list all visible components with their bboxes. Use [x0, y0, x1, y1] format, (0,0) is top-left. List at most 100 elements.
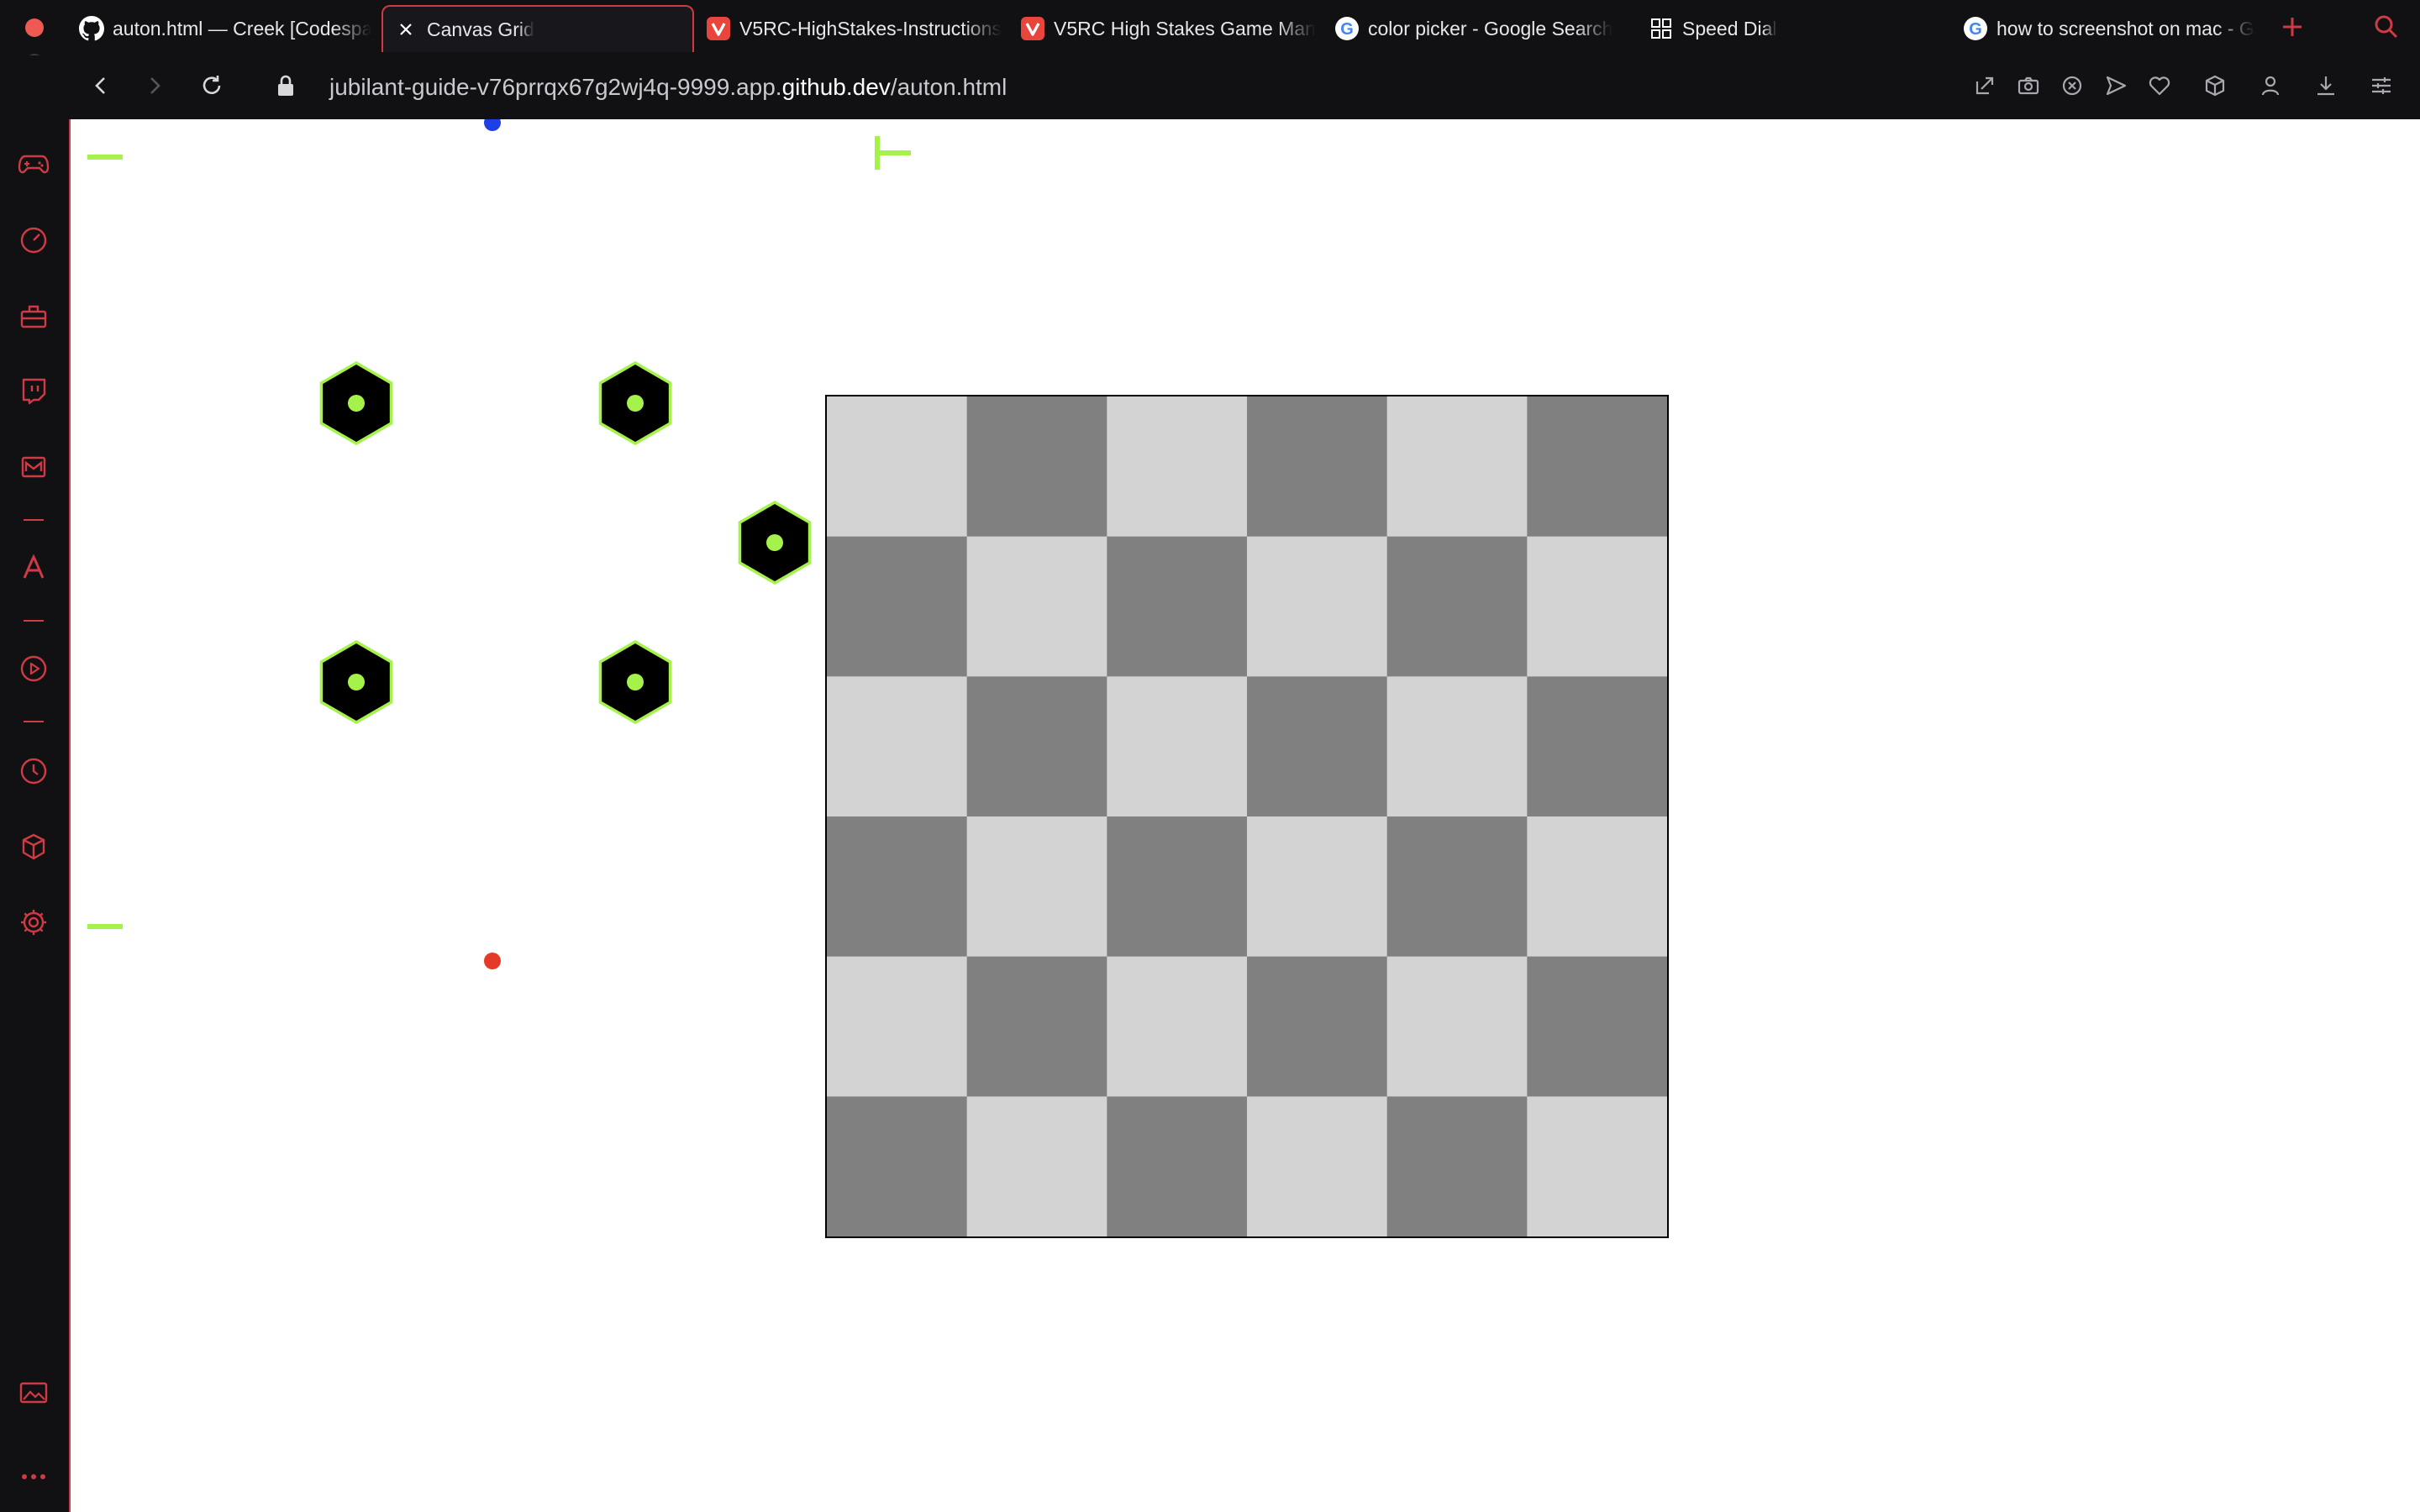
- sliders-icon: [2370, 74, 2393, 102]
- camera-icon: [2017, 74, 2040, 102]
- red-robot-marker[interactable]: [484, 953, 501, 969]
- site-info-button[interactable]: [269, 71, 302, 104]
- capture-button[interactable]: [2013, 72, 2044, 102]
- grid-cell[interactable]: [1527, 816, 1667, 958]
- mobile-goal-5[interactable]: [593, 640, 677, 728]
- grid-cell[interactable]: [1386, 396, 1528, 538]
- blue-robot-marker[interactable]: [484, 119, 501, 131]
- grid-cell[interactable]: [1527, 536, 1667, 677]
- grid-cell[interactable]: [1247, 396, 1388, 538]
- sidebar-item-settings[interactable]: [17, 907, 50, 941]
- hexagon-icon: [598, 361, 672, 445]
- grid-cell[interactable]: [1386, 676, 1528, 817]
- close-icon[interactable]: [393, 17, 418, 42]
- forward-button[interactable]: [138, 71, 171, 104]
- google-icon: G: [1963, 16, 1988, 41]
- sidebar-item-gmail[interactable]: [17, 452, 50, 486]
- extensions-button[interactable]: [2200, 72, 2230, 102]
- sidebar-separator: [24, 519, 44, 521]
- tab-canvas-grid[interactable]: Canvas Grid: [381, 5, 694, 52]
- tab-v5rc-instructions[interactable]: V5RC-HighStakes-Instructions: [696, 5, 1002, 52]
- tab-speed-dial[interactable]: Speed Dial: [1639, 5, 1941, 52]
- hexagon-icon: [598, 640, 672, 724]
- grid-cell[interactable]: [1527, 1096, 1667, 1236]
- grid-cell[interactable]: [1107, 536, 1248, 677]
- grid-cell[interactable]: [966, 1096, 1107, 1236]
- grid-cell[interactable]: [966, 956, 1107, 1097]
- menu-button[interactable]: [2366, 72, 2396, 102]
- new-tab-button[interactable]: [2275, 12, 2309, 45]
- grid-cell[interactable]: [1107, 676, 1248, 817]
- sidebar-item-speed[interactable]: [17, 225, 50, 259]
- grid-cell[interactable]: [1107, 396, 1248, 538]
- grid-cell[interactable]: [1527, 676, 1667, 817]
- tab-label: Canvas Grid: [427, 18, 534, 40]
- window-close-button[interactable]: [25, 18, 44, 37]
- tab-auton-html[interactable]: auton.html — Creek [Codespaces]: [69, 5, 371, 52]
- sidebar-item-history[interactable]: [17, 756, 50, 790]
- share-button[interactable]: [1970, 72, 2000, 102]
- more-horizontal-icon: [21, 1469, 46, 1484]
- sidebar-item-games[interactable]: [17, 150, 50, 183]
- tab-color-picker-search[interactable]: G color picker - Google Search: [1324, 5, 1630, 52]
- grid-cell[interactable]: [827, 676, 968, 817]
- grid-cell[interactable]: [1527, 396, 1667, 538]
- send-button[interactable]: [2101, 72, 2131, 102]
- hexagon-icon: [319, 361, 393, 445]
- block-trackers-button[interactable]: [2057, 72, 2087, 102]
- grid-cell[interactable]: [827, 1096, 968, 1236]
- clock-icon: [19, 757, 48, 790]
- play-circle-icon: [19, 654, 48, 687]
- back-button[interactable]: [84, 71, 118, 104]
- mobile-goal-3[interactable]: [733, 501, 817, 589]
- grid-cell[interactable]: [827, 956, 968, 1097]
- sidebar-separator: [24, 721, 44, 722]
- grid-cell[interactable]: [1247, 1096, 1388, 1236]
- grid-cell[interactable]: [1107, 1096, 1248, 1236]
- grid-cell[interactable]: [827, 816, 968, 958]
- grid-cell[interactable]: [1247, 676, 1388, 817]
- sidebar-item-twitch[interactable]: [17, 376, 50, 410]
- chevron-right-icon: [145, 76, 165, 100]
- grid-cell[interactable]: [827, 536, 968, 677]
- grid-cell[interactable]: [1386, 816, 1528, 958]
- grid-cell[interactable]: [966, 396, 1107, 538]
- field-grid-canvas[interactable]: [825, 395, 1669, 1238]
- mobile-goal-2[interactable]: [593, 361, 677, 449]
- profile-button[interactable]: [2255, 72, 2286, 102]
- sidebar-item-tools[interactable]: [17, 301, 50, 334]
- speedometer-icon: [19, 226, 48, 259]
- grid-cell[interactable]: [827, 396, 968, 538]
- grid-cell[interactable]: [1386, 1096, 1528, 1236]
- tab-screenshot-search[interactable]: G how to screenshot on mac - Google: [1953, 5, 2255, 52]
- mobile-goal-4[interactable]: [314, 640, 398, 728]
- grid-cell[interactable]: [1386, 536, 1528, 677]
- sidebar-item-player[interactable]: [17, 654, 50, 687]
- grid-cell[interactable]: [1247, 956, 1388, 1097]
- sidebar-more-button[interactable]: [17, 1460, 50, 1494]
- sidebar-item-wallpaper[interactable]: [17, 1378, 50, 1411]
- grid-cell[interactable]: [1386, 956, 1528, 1097]
- grid-cell[interactable]: [966, 676, 1107, 817]
- hexagon-icon: [319, 640, 393, 724]
- grid-cell[interactable]: [1247, 816, 1388, 958]
- downloads-button[interactable]: [2311, 72, 2341, 102]
- sidebar-item-extensions[interactable]: [17, 832, 50, 865]
- github-icon: [79, 16, 104, 41]
- grid-cell[interactable]: [1107, 956, 1248, 1097]
- vivaldi-icon: [1020, 16, 1045, 41]
- grid-cell[interactable]: [966, 816, 1107, 958]
- grid-cell[interactable]: [1527, 956, 1667, 1097]
- grid-cell[interactable]: [1247, 536, 1388, 677]
- url-field[interactable]: jubilant-guide-v76prrqx67g2wj4q-9999.app…: [329, 71, 1007, 104]
- sidebar-item-acrobat[interactable]: [17, 553, 50, 586]
- svg-text:G: G: [1969, 20, 1982, 39]
- grid-cell[interactable]: [966, 536, 1107, 677]
- tab-v5rc-manual[interactable]: V5RC High Stakes Game Manual: [1010, 5, 1316, 52]
- search-tabs-button[interactable]: [2370, 12, 2403, 45]
- grid-cell[interactable]: [1107, 816, 1248, 958]
- favorite-button[interactable]: [2144, 72, 2175, 102]
- reload-button[interactable]: [195, 71, 229, 104]
- mobile-goal-1[interactable]: [314, 361, 398, 449]
- sidebar: [0, 55, 69, 1512]
